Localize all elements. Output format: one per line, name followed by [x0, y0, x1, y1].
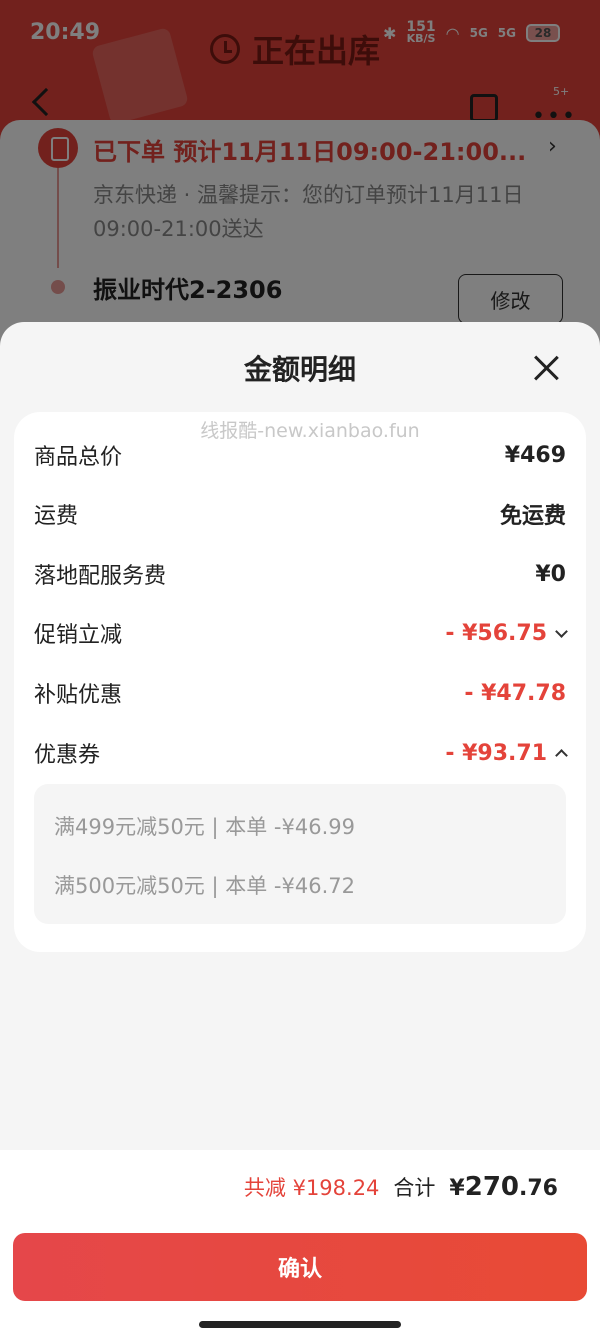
row-label: 商品总价 — [34, 445, 123, 470]
sheet-title: 金额明细 — [243, 353, 356, 386]
row-service-fee: 落地配服务费 ¥0 — [34, 554, 566, 594]
row-label: 优惠券 — [34, 743, 101, 768]
chevron-up-icon[interactable] — [555, 748, 568, 762]
row-label: 落地配服务费 — [34, 564, 167, 589]
row-promotion[interactable]: 促销立减 - ¥56.75 — [34, 613, 568, 653]
total-label: 合计 — [393, 1176, 436, 1200]
footer-bar: 共减 ¥198.24 合计 ¥270.76 确认 — [0, 1150, 600, 1341]
row-value: ¥469 — [504, 442, 566, 468]
confirm-button[interactable]: 确认 — [13, 1233, 587, 1301]
close-icon[interactable] — [528, 350, 564, 386]
row-value: ¥0 — [535, 561, 566, 587]
row-value[interactable]: - ¥93.71 — [445, 741, 568, 766]
home-indicator[interactable] — [199, 1321, 401, 1328]
total-amount: ¥270.76 — [449, 1172, 558, 1202]
row-value: - ¥47.78 — [464, 680, 566, 706]
amount-card: 商品总价 ¥469 运费 免运费 落地配服务费 ¥0 促销立减 - ¥56.75… — [14, 412, 586, 952]
saved-amount: 共减 ¥198.24 — [243, 1176, 380, 1200]
coupon-detail-box: 满499元减50元 | 本单 -¥46.99 满500元减50元 | 本单 -¥… — [34, 784, 566, 924]
row-subsidy: 补贴优惠 - ¥47.78 — [34, 673, 566, 713]
row-label: 补贴优惠 — [34, 683, 123, 708]
coupon-item: 满499元减50元 | 本单 -¥46.99 — [54, 815, 355, 839]
chevron-down-icon[interactable] — [555, 624, 568, 638]
row-coupon[interactable]: 优惠券 - ¥93.71 — [34, 733, 568, 773]
watermark: 线报酷-new.xianbao.fun — [200, 420, 420, 442]
row-shipping: 运费 免运费 — [34, 494, 566, 534]
total-line: 共减 ¥198.24 合计 ¥270.76 — [244, 1172, 558, 1202]
row-value: 免运费 — [499, 504, 566, 529]
coupon-item: 满500元减50元 | 本单 -¥46.72 — [54, 874, 355, 898]
row-label: 运费 — [34, 504, 79, 529]
row-value[interactable]: - ¥56.75 — [445, 621, 568, 646]
row-label: 促销立减 — [34, 623, 123, 648]
